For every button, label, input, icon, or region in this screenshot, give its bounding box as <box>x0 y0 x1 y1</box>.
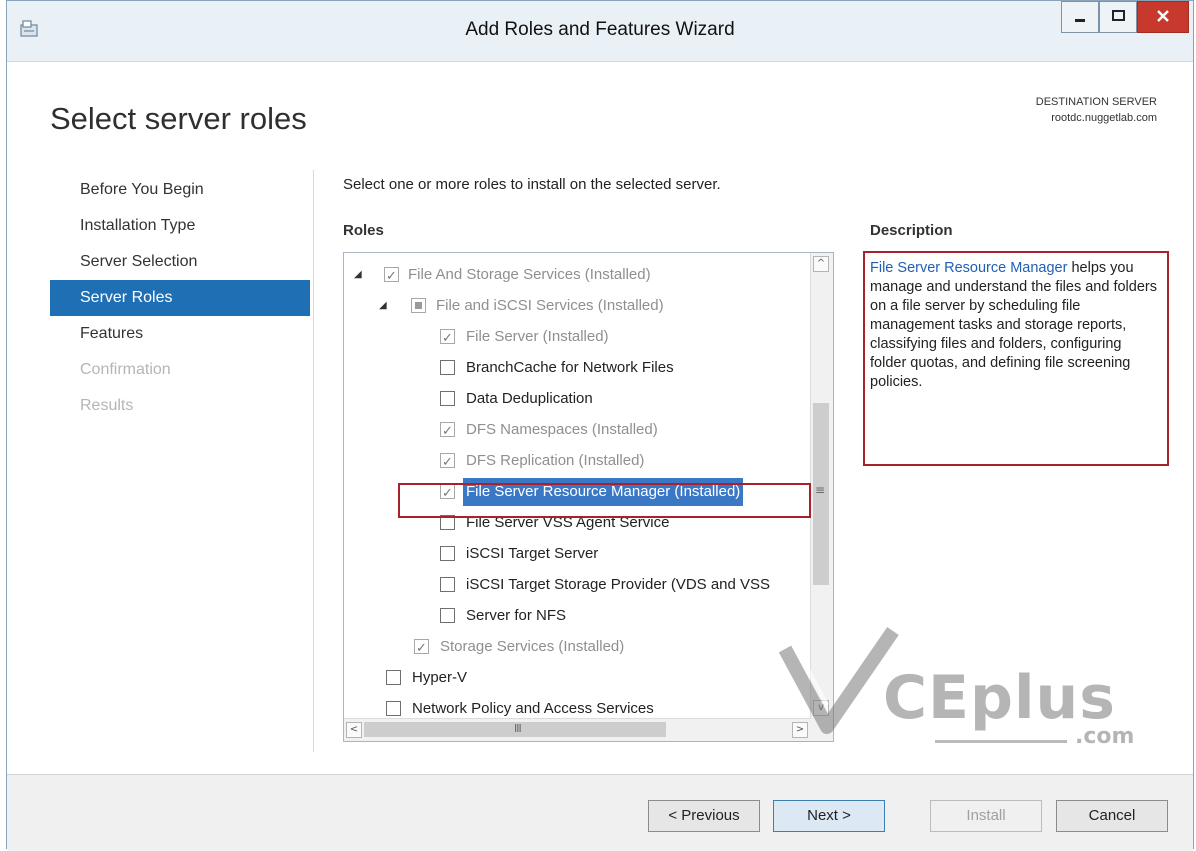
role-label: File and iSCSI Services (Installed) <box>436 297 664 314</box>
window-title: Add Roles and Features Wizard <box>465 19 735 40</box>
nav-item-before-you-begin[interactable]: Before You Begin <box>50 172 310 208</box>
role-label: BranchCache for Network Files <box>466 359 674 376</box>
tree-item-dfs-namespaces[interactable]: DFS Namespaces (Installed) <box>344 416 811 445</box>
destination-server: DESTINATION SERVER rootdc.nuggetlab.com <box>1036 94 1157 126</box>
description-text: helps you manage and understand the file… <box>870 260 1157 390</box>
watermark: CEplus .com <box>775 627 1175 749</box>
tree-item-hyper-v[interactable]: Hyper-V <box>344 664 811 692</box>
role-label: File And Storage Services (Installed) <box>408 266 651 283</box>
watermark-underline <box>935 740 1067 743</box>
role-label: iSCSI Target Server <box>466 545 599 562</box>
wizard-content: Select server roles DESTINATION SERVER r… <box>7 62 1193 774</box>
role-label: Data Deduplication <box>466 390 593 407</box>
role-label: Network Policy and Access Services <box>412 700 654 717</box>
expand-arrow-icon[interactable]: ◢ <box>379 292 387 320</box>
destination-label: DESTINATION SERVER <box>1035 96 1157 108</box>
wizard-footer: < Previous Next > Install Cancel <box>7 774 1193 851</box>
wizard-window: Add Roles and Features Wizard Select ser… <box>6 0 1194 851</box>
nav-item-server-roles[interactable]: Server Roles <box>50 280 310 316</box>
role-checkbox[interactable] <box>440 546 455 561</box>
role-label: Server for NFS <box>466 607 567 624</box>
install-button: Install <box>930 800 1042 832</box>
horizontal-scroll-thumb[interactable]: III <box>364 722 666 737</box>
role-label: Hyper-V <box>412 669 468 686</box>
tree-item-iscsi-target-server[interactable]: iSCSI Target Server <box>344 540 811 568</box>
role-checkbox[interactable] <box>440 360 455 375</box>
nav-item-installation-type[interactable]: Installation Type <box>50 208 310 244</box>
scroll-left-icon[interactable]: < <box>346 722 362 738</box>
scroll-down-icon[interactable]: v <box>813 700 829 716</box>
close-icon <box>1157 10 1169 22</box>
watermark-suffix: .com <box>1075 724 1135 749</box>
role-label: File Server (Installed) <box>466 328 609 345</box>
cancel-button[interactable]: Cancel <box>1056 800 1168 832</box>
nav-divider <box>313 170 314 752</box>
role-checkbox[interactable] <box>414 634 429 662</box>
role-checkbox[interactable] <box>386 701 401 716</box>
page-title: Select server roles <box>50 101 307 136</box>
minimize-button[interactable] <box>1061 1 1099 33</box>
maximize-button[interactable] <box>1099 1 1137 33</box>
tree-item-dfs-replication[interactable]: DFS Replication (Installed) <box>344 447 811 476</box>
maximize-icon <box>1112 10 1125 21</box>
role-label: iSCSI Target Storage Provider (VDS and V… <box>466 576 771 593</box>
scroll-up-icon[interactable]: ^ <box>813 256 829 272</box>
close-button[interactable] <box>1137 1 1189 33</box>
role-checkbox[interactable] <box>411 298 426 313</box>
nav-item-features[interactable]: Features <box>50 316 310 352</box>
tree-item-network-policy[interactable]: Network Policy and Access Services <box>344 695 811 719</box>
roles-heading: Roles <box>343 222 384 239</box>
role-checkbox[interactable] <box>440 417 455 445</box>
role-label: Storage Services (Installed) <box>440 638 625 655</box>
role-checkbox[interactable] <box>440 608 455 623</box>
tree-item-file-server[interactable]: File Server (Installed) <box>344 323 811 352</box>
tree-item-branchcache[interactable]: BranchCache for Network Files <box>344 354 811 382</box>
scroll-right-icon[interactable]: > <box>792 722 808 738</box>
next-button[interactable]: Next > <box>773 800 885 832</box>
role-checkbox[interactable] <box>440 448 455 476</box>
destination-value: rootdc.nuggetlab.com <box>1051 112 1157 124</box>
tree-item-storage-services[interactable]: Storage Services (Installed) <box>344 633 811 662</box>
role-checkbox[interactable] <box>440 391 455 406</box>
scroll-grip-icon: III <box>514 722 522 735</box>
scroll-grip-icon: ≡ <box>815 483 826 497</box>
role-checkbox[interactable] <box>386 670 401 685</box>
role-checkbox[interactable] <box>384 262 399 290</box>
nav-item-server-selection[interactable]: Server Selection <box>50 244 310 280</box>
tree-item-file-and-storage-services[interactable]: ◢ File And Storage Services (Installed) <box>344 261 811 290</box>
title-bar: Add Roles and Features Wizard <box>7 1 1193 62</box>
role-checkbox[interactable] <box>440 577 455 592</box>
role-label: DFS Namespaces (Installed) <box>466 421 658 438</box>
expand-arrow-icon[interactable]: ◢ <box>354 261 362 289</box>
horizontal-scrollbar[interactable]: < III > <box>344 718 811 741</box>
tree-item-data-deduplication[interactable]: Data Deduplication <box>344 385 811 413</box>
description-heading: Description <box>870 222 953 239</box>
role-checkbox[interactable] <box>440 324 455 352</box>
tree-item-iscsi-target-storage-provider[interactable]: iSCSI Target Storage Provider (VDS and V… <box>344 571 811 599</box>
wizard-nav: Before You Begin Installation Type Serve… <box>50 172 310 424</box>
scrollbar-corner <box>811 719 833 741</box>
watermark-text: CEplus <box>883 663 1116 733</box>
roles-instructions: Select one or more roles to install on t… <box>343 176 721 193</box>
tree-item-server-for-nfs[interactable]: Server for NFS <box>344 602 811 630</box>
annotation-highlight-box <box>398 483 811 518</box>
description-link[interactable]: File Server Resource Manager <box>870 260 1067 276</box>
previous-button[interactable]: < Previous <box>648 800 760 832</box>
role-description: File Server Resource Manager helps you m… <box>870 259 1160 392</box>
nav-item-results: Results <box>80 397 134 414</box>
tree-item-file-and-iscsi-services[interactable]: ◢ File and iSCSI Services (Installed) <box>344 292 811 320</box>
vertical-scrollbar[interactable]: ^ ≡ v <box>810 253 833 719</box>
role-label: DFS Replication (Installed) <box>466 452 645 469</box>
nav-item-confirmation: Confirmation <box>80 361 171 378</box>
minimize-icon <box>1075 19 1085 22</box>
